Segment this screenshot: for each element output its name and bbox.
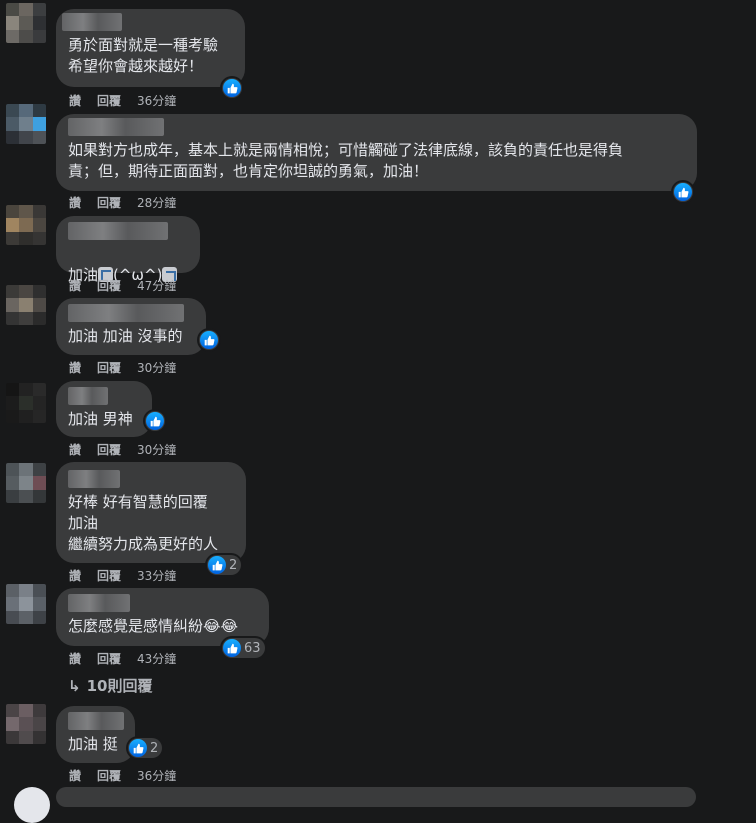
thumbs-up-icon [223, 79, 241, 97]
like-action[interactable]: 讚 [69, 194, 81, 211]
author-name-redacted[interactable] [68, 304, 184, 322]
comment-time[interactable]: 28分鐘 [137, 194, 176, 211]
author-name-redacted[interactable] [68, 387, 108, 405]
author-name-redacted[interactable] [68, 712, 124, 730]
reply-action[interactable]: 回覆 [97, 92, 121, 109]
comment-bubble [56, 787, 696, 807]
comment-bubble: 加油 挺 [56, 706, 135, 763]
like-action[interactable]: 讚 [69, 767, 81, 784]
comment-time[interactable]: 36分鐘 [137, 767, 176, 784]
comment-time[interactable]: 36分鐘 [137, 92, 176, 109]
avatar[interactable] [6, 205, 46, 245]
comment-actions: 讚 回覆 47分鐘 [69, 277, 176, 294]
comment-time[interactable]: 30分鐘 [137, 441, 176, 458]
thumbs-up-icon [200, 331, 218, 349]
comment-bubble: 加油 男神 [56, 381, 152, 437]
reaction-summary[interactable]: 63 [222, 638, 265, 658]
like-action[interactable]: 讚 [69, 359, 81, 376]
reply-action[interactable]: 回覆 [97, 441, 121, 458]
comment-text: 勇於面對就是一種考驗 希望你會越來越好！ [68, 36, 219, 75]
avatar[interactable] [6, 104, 46, 144]
thumbs-up-icon [223, 639, 241, 657]
avatar[interactable] [6, 463, 46, 503]
author-name-redacted[interactable] [68, 470, 120, 488]
avatar[interactable] [6, 285, 46, 325]
comment-actions: 讚 回覆 28分鐘 [69, 194, 176, 211]
comment-text: 加油 挺 [68, 735, 118, 753]
comment-bubble: 勇於面對就是一種考驗 希望你會越來越好！ [56, 9, 245, 87]
reaction-summary[interactable]: 2 [207, 555, 242, 575]
like-action[interactable]: 讚 [69, 92, 81, 109]
comment-bubble: 加油 (^ω^) [56, 216, 200, 284]
comment-actions: 讚 回覆 43分鐘 [69, 650, 176, 667]
comment-text: 加油 加油 沒事的 [68, 327, 183, 345]
author-name-redacted[interactable] [68, 594, 130, 612]
thumbs-up-icon [129, 739, 147, 757]
comment-actions: 讚 回覆 36分鐘 [69, 92, 176, 109]
comment-text: 加油 男神 [68, 410, 133, 428]
reaction-summary[interactable] [145, 411, 165, 431]
reaction-count: 63 [244, 640, 261, 656]
comment-time[interactable]: 33分鐘 [137, 567, 176, 584]
comment-bubble: 如果對方也成年，基本上就是兩情相悅；可惜觸碰了法律底線，該負的責任也是得負 責；… [56, 114, 697, 191]
comment-time[interactable]: 43分鐘 [137, 650, 176, 667]
thumbs-up-icon [146, 412, 164, 430]
comment-text: 如果對方也成年，基本上就是兩情相悅；可惜觸碰了法律底線，該負的責任也是得負 責；… [68, 141, 624, 180]
like-action[interactable]: 讚 [69, 277, 81, 294]
author-name-redacted[interactable] [68, 118, 164, 136]
comment-actions: 讚 回覆 30分鐘 [69, 441, 176, 458]
reaction-summary[interactable]: 2 [128, 738, 163, 758]
comment-actions: 讚 回覆 36分鐘 [69, 767, 176, 784]
reaction-summary[interactable] [199, 330, 219, 350]
reply-action[interactable]: 回覆 [97, 277, 121, 294]
comment-bubble: 好棒 好有智慧的回覆 加油 繼續努力成為更好的人 [56, 462, 246, 563]
reply-action[interactable]: 回覆 [97, 359, 121, 376]
thumbs-up-icon [674, 183, 692, 201]
comment-time[interactable]: 47分鐘 [137, 277, 176, 294]
avatar[interactable] [14, 787, 50, 823]
reply-action[interactable]: 回覆 [97, 650, 121, 667]
avatar[interactable] [6, 383, 46, 423]
avatar[interactable] [6, 3, 46, 43]
comment-text: 好棒 好有智慧的回覆 加油 繼續努力成為更好的人 [68, 493, 219, 553]
reply-action[interactable]: 回覆 [97, 767, 121, 784]
thumbs-up-icon [208, 556, 226, 574]
reply-arrow-icon: ↳ [68, 676, 81, 695]
comment-text: 怎麼感覺是感情糾紛😂😂 [68, 617, 239, 635]
reaction-summary[interactable] [673, 182, 693, 202]
comment-time[interactable]: 30分鐘 [137, 359, 176, 376]
like-action[interactable]: 讚 [69, 650, 81, 667]
like-action[interactable]: 讚 [69, 441, 81, 458]
avatar[interactable] [6, 584, 46, 624]
like-action[interactable]: 讚 [69, 567, 81, 584]
reply-action[interactable]: 回覆 [97, 194, 121, 211]
comment-actions: 讚 回覆 33分鐘 [69, 567, 176, 584]
reaction-summary[interactable] [222, 78, 242, 98]
avatar[interactable] [6, 704, 46, 744]
reaction-count: 2 [229, 557, 238, 573]
reaction-count: 2 [150, 740, 159, 756]
view-replies-label: 10則回覆 [86, 677, 153, 695]
view-replies-link[interactable]: ↳ 10則回覆 [68, 675, 152, 696]
comment-actions: 讚 回覆 30分鐘 [69, 359, 176, 376]
author-name-redacted[interactable] [68, 222, 168, 240]
author-name-redacted[interactable] [62, 13, 122, 31]
reply-action[interactable]: 回覆 [97, 567, 121, 584]
comment-bubble: 加油 加油 沒事的 [56, 298, 206, 355]
